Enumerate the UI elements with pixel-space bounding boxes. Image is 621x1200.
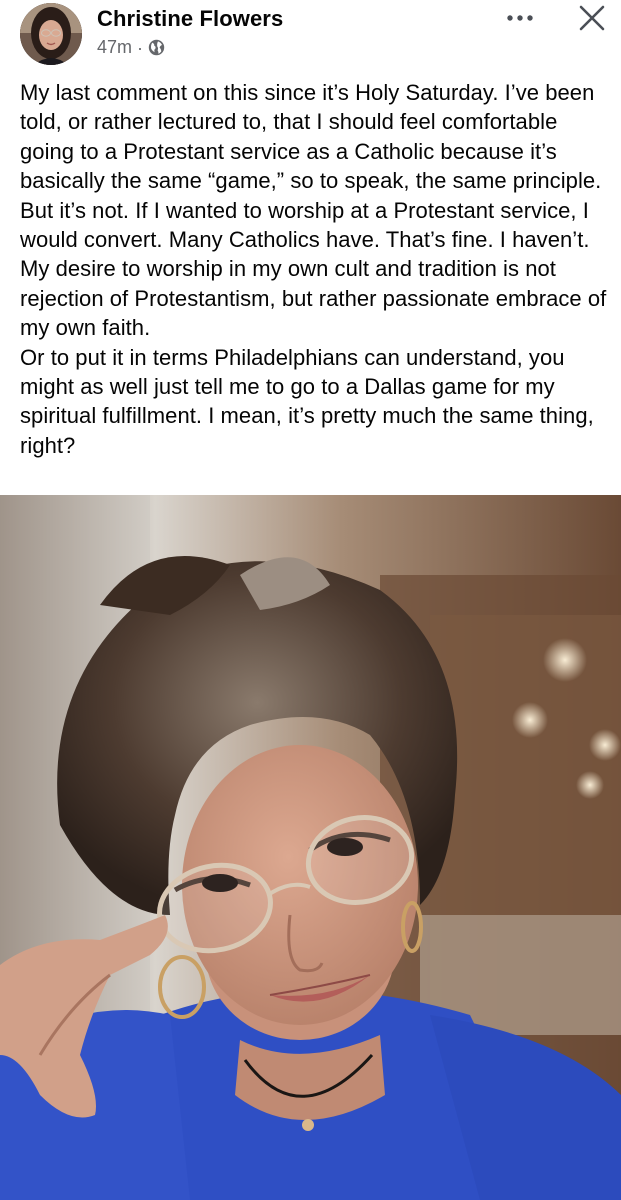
post-header: Christine Flowers 47m · [0,0,621,72]
selfie-photo [0,495,621,1200]
author-avatar[interactable] [20,3,82,65]
post-paragraph-1: My last comment on this since it’s Holy … [20,80,607,341]
meta-separator: · [137,37,144,58]
avatar-photo [20,3,82,65]
post-meta: 47m · [97,37,165,58]
post-paragraph-2: Or to put it in terms Philadelphians can… [20,344,594,458]
post-photo[interactable] [0,495,621,1200]
post-timestamp[interactable]: 47m [97,37,132,58]
more-options-button[interactable] [500,4,540,32]
close-button[interactable] [572,0,612,36]
close-icon [579,5,605,31]
globe-icon[interactable] [148,39,165,56]
facebook-post: Christine Flowers 47m · My last comment … [0,0,621,1200]
post-body: My last comment on this since it’s Holy … [20,78,610,460]
more-horizontal-icon [507,15,533,21]
author-name[interactable]: Christine Flowers [97,6,283,32]
